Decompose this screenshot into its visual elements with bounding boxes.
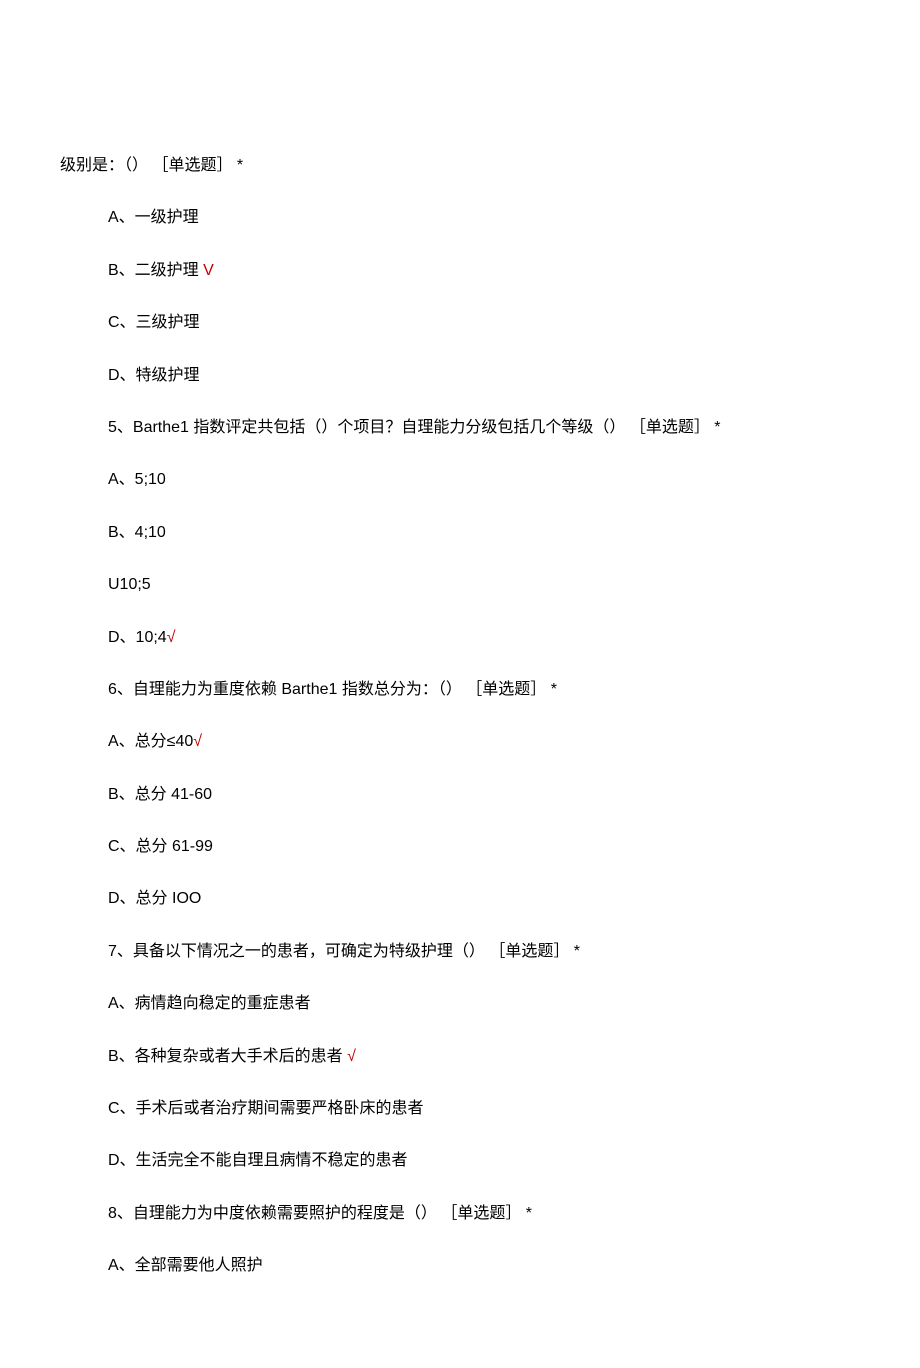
q5-stem: 5、Barthe1 指数评定共包括（）个项目？自理能力分级包括几个等级（） ［单…	[108, 417, 860, 439]
q8-option-a: A、全部需要他人照护	[108, 1255, 860, 1277]
q7-stem: 7、具备以下情况之一的患者，可确定为特级护理（） ［单选题］ *	[108, 941, 860, 963]
q6-option-a-text: A、总分≤40	[108, 733, 193, 750]
q5-option-a: A、5;10	[108, 469, 860, 491]
q4-option-d: D、特级护理	[108, 365, 860, 387]
q7-option-b-text: B、各种复杂或者大手术后的患者	[108, 1048, 347, 1065]
q7-option-c: C、手术后或者治疗期间需要严格卧床的患者	[108, 1098, 860, 1120]
q4-option-b-text: B、二级护理	[108, 262, 203, 279]
q5-option-d: D、10;4√	[108, 627, 860, 649]
q7-option-a: A、病情趋向稳定的重症患者	[108, 993, 860, 1015]
check-icon: √	[167, 629, 176, 646]
check-icon: V	[203, 262, 214, 279]
q5-option-d-text: D、10;4	[108, 629, 167, 646]
q5-option-b: B、4;10	[108, 522, 860, 544]
q7-option-b: B、各种复杂或者大手术后的患者 √	[108, 1046, 860, 1068]
q4-option-a: A、一级护理	[108, 207, 860, 229]
check-icon: √	[347, 1048, 356, 1065]
check-icon: √	[193, 733, 202, 750]
q6-option-b: B、总分 41-60	[108, 784, 860, 806]
q6-option-d: D、总分 IOO	[108, 888, 860, 910]
q6-option-c: C、总分 61-99	[108, 836, 860, 858]
q6-stem: 6、自理能力为重度依赖 Barthe1 指数总分为：（） ［单选题］ *	[108, 679, 860, 701]
q4-option-c: C、三级护理	[108, 312, 860, 334]
q7-option-d: D、生活完全不能自理且病情不稳定的患者	[108, 1150, 860, 1172]
q8-stem: 8、自理能力为中度依赖需要照护的程度是（） ［单选题］ *	[108, 1203, 860, 1225]
q6-option-a: A、总分≤40√	[108, 731, 860, 753]
q4-option-b: B、二级护理 V	[108, 260, 860, 282]
q5-option-c: U10;5	[108, 574, 860, 596]
continuation-line: 级别是：（） ［单选题］ *	[60, 155, 860, 177]
